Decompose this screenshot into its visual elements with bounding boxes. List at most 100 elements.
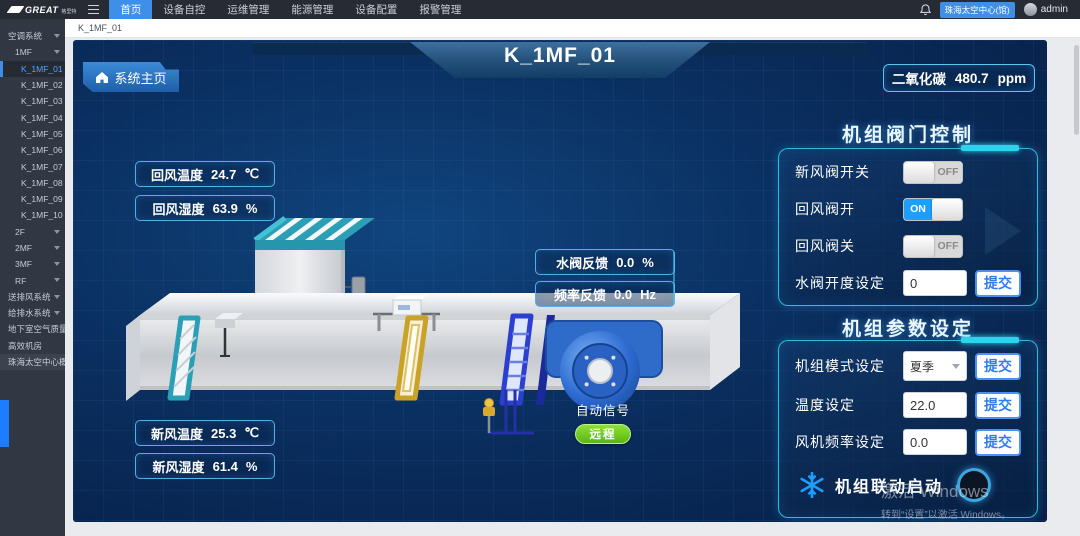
project-badge[interactable]: 珠海太空中心(馆) <box>940 2 1015 18</box>
sidebar-item-k-1mf-02[interactable]: K_1MF_02 <box>0 77 65 93</box>
fresh-temp-reading: 新风温度25.3℃ <box>135 420 275 446</box>
return-temp-reading: 回风温度24.7℃ <box>135 161 275 187</box>
co2-label: 二氧化碳 <box>892 68 946 88</box>
fan-freq-submit-button[interactable]: 提交 <box>975 429 1021 456</box>
co2-value: 480.7 <box>955 71 989 86</box>
toggle-knob <box>904 236 934 257</box>
supply-fan <box>546 321 662 411</box>
snowflake-icon <box>799 472 825 498</box>
brand-subtitle: 格里特 <box>61 8 76 15</box>
return-humidity-reading: 回风湿度63.9% <box>135 195 275 221</box>
valve-panel-title: 机组阀门控制 <box>778 120 1038 147</box>
sidebar-item-k-1mf-05[interactable]: K_1MF_05 <box>0 126 65 142</box>
fan-signal-label: 自动信号 <box>571 400 635 419</box>
remote-mode-badge: 远程 <box>575 424 631 444</box>
brand-logo-icon <box>7 6 25 13</box>
system-home-button[interactable]: 系统主页 <box>83 62 179 92</box>
menu-item-device-config[interactable]: 设备配置 <box>344 0 408 19</box>
mode-submit-button[interactable]: 提交 <box>975 353 1021 380</box>
temp-submit-button[interactable]: 提交 <box>975 392 1021 419</box>
username: admin <box>1041 4 1068 15</box>
fresh-air-valve-row: 新风阀开关 OFF <box>795 158 1037 186</box>
sidebar-fold-icon[interactable] <box>88 5 99 14</box>
mode-select[interactable]: 夏季 <box>903 351 967 381</box>
sidebar-item-2f[interactable]: 2F <box>0 224 65 240</box>
sidebar-item-k-1mf-08[interactable]: K_1MF_08 <box>0 175 65 191</box>
panel-notch <box>961 145 1019 151</box>
return-valve-open-toggle[interactable]: ON <box>903 198 963 221</box>
sidebar-tree: 空调系统 1MF K_1MF_01 K_1MF_02 K_1MF_03 K_1M… <box>0 19 65 536</box>
sidebar-item-2mf[interactable]: 2MF <box>0 240 65 256</box>
triangle-decor-icon <box>985 207 1021 255</box>
linkage-start-row: 机组联动启动 <box>799 468 1037 502</box>
top-navbar: GREAT 格里特 首页 设备自控 运维管理 能源管理 设备配置 报警管理 珠海… <box>0 0 1080 19</box>
temp-set-row: 温度设定 提交 <box>795 391 1037 419</box>
home-icon <box>95 71 109 84</box>
navbar-right: 珠海太空中心(馆) admin <box>920 2 1080 18</box>
fan-freq-set-row: 风机频率设定 提交 <box>795 428 1037 456</box>
chevron-down-icon <box>54 230 60 234</box>
linkage-start-button[interactable] <box>957 468 991 502</box>
brand-name: GREAT <box>25 5 58 15</box>
menu-item-home[interactable]: 首页 <box>109 0 152 19</box>
temp-set-input[interactable] <box>903 392 967 418</box>
chevron-down-icon <box>54 262 60 266</box>
sidebar-item-1mf[interactable]: 1MF <box>0 44 65 60</box>
brand-logo: GREAT 格里特 <box>0 5 82 15</box>
sidebar-item-k-1mf-04[interactable]: K_1MF_04 <box>0 109 65 125</box>
water-valve-input[interactable] <box>903 270 967 296</box>
scada-main-panel: K_1MF_01 系统主页 二氧化碳 480.7 ppm 回风温度24.7℃ 回… <box>73 40 1047 522</box>
return-valve-close-toggle[interactable]: OFF <box>903 235 963 258</box>
co2-unit: ppm <box>998 71 1027 86</box>
page-title: K_1MF_01 <box>504 44 616 68</box>
toggle-knob <box>932 199 962 220</box>
sidebar-item-hvac-system[interactable]: 空调系统 <box>0 28 65 44</box>
freq-feedback-reading: 频率反馈0.0Hz <box>535 281 675 307</box>
fresh-air-valve-toggle[interactable]: OFF <box>903 161 963 184</box>
chevron-down-icon <box>54 34 60 38</box>
menu-item-energy[interactable]: 能源管理 <box>280 0 344 19</box>
fresh-humidity-reading: 新风湿度61.4% <box>135 453 275 479</box>
decor-line <box>673 252 675 304</box>
sidebar-item-exhaust-system[interactable]: 送排风系统 <box>0 289 65 305</box>
notification-bell-icon[interactable] <box>920 4 931 16</box>
main-menu: 首页 设备自控 运维管理 能源管理 设备配置 报警管理 <box>109 0 472 19</box>
sidebar-item-rf[interactable]: RF <box>0 272 65 288</box>
chevron-down-icon <box>54 246 60 250</box>
sidebar-item-k-1mf-10[interactable]: K_1MF_10 <box>0 207 65 223</box>
tab-k-1mf-01[interactable]: K_1MF_01 <box>78 23 122 33</box>
sidebar-item-water-system[interactable]: 给排水系统 <box>0 305 65 321</box>
menu-item-device-control[interactable]: 设备自控 <box>152 0 216 19</box>
sidebar-item-3mf[interactable]: 3MF <box>0 256 65 272</box>
header-banner: K_1MF_01 <box>410 42 710 78</box>
linkage-start-label: 机组联动启动 <box>835 473 943 497</box>
fan-signal: 自动信号 远程 <box>571 400 635 444</box>
toggle-knob <box>904 162 934 183</box>
sidebar-item-k-1mf-06[interactable]: K_1MF_06 <box>0 142 65 158</box>
chevron-down-icon <box>54 50 60 54</box>
sidebar-item-basement-air[interactable]: 地下室空气质量 <box>0 321 65 337</box>
chevron-down-icon <box>54 311 60 315</box>
water-valve-submit-button[interactable]: 提交 <box>975 270 1021 297</box>
sidebar-item-k-1mf-03[interactable]: K_1MF_03 <box>0 93 65 109</box>
chevron-down-icon <box>952 364 960 369</box>
sidebar-item-plant-room[interactable]: 高效机房 <box>0 338 65 354</box>
panel-notch <box>961 337 1019 343</box>
menu-item-alarm[interactable]: 报警管理 <box>408 0 472 19</box>
sidebar-item-k-1mf-01[interactable]: K_1MF_01 <box>0 61 65 77</box>
chevron-down-icon <box>54 295 60 299</box>
sidebar-drag-handle[interactable] <box>0 400 9 447</box>
user-menu[interactable]: admin <box>1024 3 1068 16</box>
menu-item-ops[interactable]: 运维管理 <box>216 0 280 19</box>
fan-freq-input[interactable] <box>903 429 967 455</box>
avatar <box>1024 3 1037 16</box>
mode-set-row: 机组模式设定 夏季 提交 <box>795 350 1037 382</box>
water-valve-set-row: 水阀开度设定 提交 <box>795 269 1037 297</box>
param-setting-panel: 机组模式设定 夏季 提交 温度设定 提交 风机频率设定 提交 <box>778 340 1038 518</box>
sidebar-item-k-1mf-09[interactable]: K_1MF_09 <box>0 191 65 207</box>
co2-reading: 二氧化碳 480.7 ppm <box>883 64 1035 92</box>
sidebar-item-overview[interactable]: 珠海太空中心概览 <box>0 354 65 370</box>
tab-bar: K_1MF_01 <box>65 19 1080 38</box>
sidebar-item-k-1mf-07[interactable]: K_1MF_07 <box>0 158 65 174</box>
vertical-scrollbar[interactable] <box>1074 45 1079 135</box>
